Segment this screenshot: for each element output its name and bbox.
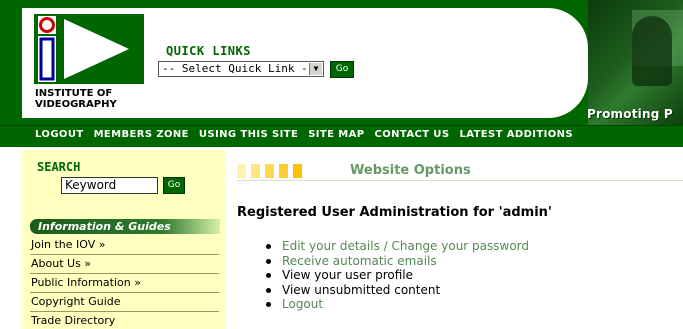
stripe-2	[251, 164, 260, 178]
stripe-3	[265, 164, 274, 178]
nav-members-zone[interactable]: MEMBERS ZONE	[94, 129, 189, 140]
page-title: Registered User Administration for 'admi…	[237, 205, 552, 220]
view-profile-link[interactable]: View your user profile	[282, 268, 413, 282]
bullet-icon	[266, 273, 271, 278]
list-item: Logout	[266, 297, 529, 312]
sidebar-item-join[interactable]: Join the IOV »	[30, 236, 219, 255]
quick-links-select-value: -- Select Quick Link --	[162, 62, 315, 75]
logout-link[interactable]: Logout	[282, 297, 323, 311]
nav-latest-additions[interactable]: LATEST ADDITIONS	[459, 129, 573, 140]
list-item: Edit your details / Change your password	[266, 239, 529, 254]
search-input[interactable]: Keyword	[61, 177, 158, 194]
nav-site-map[interactable]: SITE MAP	[308, 129, 364, 140]
logo-text-line2: VIDEOGRAPHY	[35, 99, 117, 110]
header-tagline: Promoting P	[587, 107, 673, 121]
section-title: Website Options	[350, 163, 471, 178]
header-photo-person	[632, 16, 672, 86]
bullet-icon	[266, 302, 271, 307]
chevron-down-icon[interactable]: ▼	[309, 63, 322, 75]
nav-list: LOGOUT MEMBERS ZONE USING THIS SITE SITE…	[35, 129, 573, 140]
stripe-4	[279, 164, 288, 178]
bullet-icon	[266, 244, 271, 249]
nav-logout[interactable]: LOGOUT	[35, 129, 84, 140]
view-unsubmitted-link[interactable]: View unsubmitted content	[282, 283, 440, 297]
logo-text: INSTITUTE OF VIDEOGRAPHY	[35, 88, 117, 110]
stripe-5	[293, 164, 302, 178]
sidebar-item-trade-directory[interactable]: Trade Directory	[30, 312, 219, 329]
sidebar-item-copyright[interactable]: Copyright Guide	[30, 293, 219, 312]
list-item: Receive automatic emails	[266, 254, 529, 269]
receive-emails-link[interactable]: Receive automatic emails	[282, 254, 437, 268]
nav-contact-us[interactable]: CONTACT US	[374, 129, 449, 140]
list-item: View unsubmitted content	[266, 283, 529, 298]
bullet-icon	[266, 287, 271, 293]
guides-header: Information & Guides	[30, 219, 220, 234]
sidebar-item-about[interactable]: About Us »	[30, 255, 219, 274]
quick-links-select[interactable]: -- Select Quick Link -- ▼	[158, 61, 324, 77]
section-divider	[237, 180, 683, 181]
quick-links-title: QUICK LINKS	[166, 44, 251, 58]
quick-links-go-button[interactable]: Go	[330, 61, 354, 78]
list-item: View your user profile	[266, 268, 529, 283]
edit-details-link[interactable]: Edit your details / Change your password	[282, 239, 529, 253]
stripe-1	[237, 164, 246, 178]
section-stripes	[237, 164, 302, 178]
page: INSTITUTE OF VIDEOGRAPHY QUICK LINKS -- …	[0, 0, 683, 329]
bullet-icon	[266, 258, 271, 264]
nav-using-this-site[interactable]: USING THIS SITE	[199, 129, 298, 140]
search-go-button[interactable]: Go	[163, 177, 185, 194]
search-title: SEARCH	[37, 160, 81, 174]
options-list: Edit your details / Change your password…	[266, 239, 529, 312]
sidebar-item-public-info[interactable]: Public Information »	[30, 274, 219, 293]
main-nav: LOGOUT MEMBERS ZONE USING THIS SITE SITE…	[0, 125, 683, 147]
logo-text-line1: INSTITUTE OF	[35, 88, 113, 99]
